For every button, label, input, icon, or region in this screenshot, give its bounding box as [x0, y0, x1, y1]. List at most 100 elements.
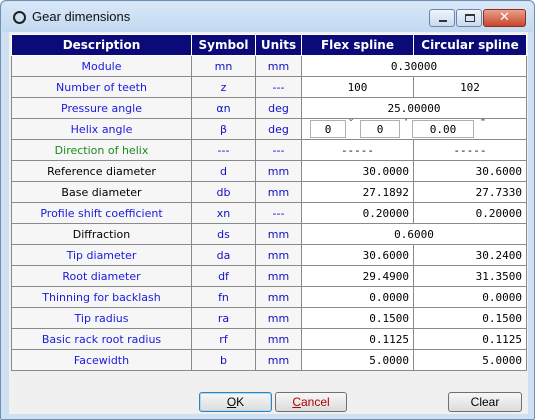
table-header-row: Description Symbol Units Flex spline Cir… [11, 34, 527, 56]
close-button[interactable]: ✕ [483, 9, 526, 27]
row-symbol: mn [191, 55, 256, 77]
module-input[interactable]: 0.30000 [301, 55, 527, 77]
maximize-button[interactable] [456, 9, 482, 27]
cancel-button[interactable]: Cancel [275, 392, 347, 412]
window-title: Gear dimensions [32, 9, 131, 24]
row-symbol: β [191, 118, 256, 140]
base-diameter-flex: 27.1892 [301, 181, 414, 203]
row-description: Tip diameter [11, 244, 192, 266]
row-description: Tip radius [11, 307, 192, 329]
header-flex-spline: Flex spline [301, 34, 414, 56]
teeth-circular-input[interactable]: 102 [413, 76, 527, 98]
table-row: Helix angle β deg 0 ° 0 ' 0.00 " [11, 118, 527, 140]
helix-direction-circular[interactable]: ----- [413, 139, 527, 161]
row-description: Facewidth [11, 349, 192, 371]
header-circular-spline: Circular spline [413, 34, 527, 56]
thinning-flex-input[interactable]: 0.0000 [301, 286, 414, 308]
profile-shift-flex-input[interactable]: 0.20000 [301, 202, 414, 224]
tip-diameter-circular-input[interactable]: 30.2400 [413, 244, 527, 266]
row-units: --- [255, 139, 302, 161]
minimize-button[interactable] [429, 9, 455, 27]
root-diameter-flex-input[interactable]: 29.4900 [301, 265, 414, 287]
helix-seconds-input[interactable]: 0.00 [412, 120, 474, 138]
row-description: Number of teeth [11, 76, 192, 98]
pressure-angle-input[interactable]: 25.00000 [301, 97, 527, 119]
table-row: Tip diameter da mm 30.6000 30.2400 [11, 244, 527, 266]
header-units: Units [255, 34, 302, 56]
row-units: mm [255, 223, 302, 245]
row-symbol: xn [191, 202, 256, 224]
root-diameter-circular-input[interactable]: 31.3500 [413, 265, 527, 287]
row-symbol: db [191, 181, 256, 203]
table-row: Root diameter df mm 29.4900 31.3500 [11, 265, 527, 287]
teeth-flex-input[interactable]: 100 [301, 76, 414, 98]
profile-shift-circular-input[interactable]: 0.20000 [413, 202, 527, 224]
ok-label-rest: K [236, 395, 245, 409]
second-mark: " [480, 118, 487, 129]
row-symbol: z [191, 76, 256, 98]
base-diameter-circular: 27.7330 [413, 181, 527, 203]
close-icon: ✕ [499, 10, 510, 25]
diffraction-value: 0.6000 [301, 223, 527, 245]
row-symbol: ra [191, 307, 256, 329]
helix-degrees-input[interactable]: 0 [310, 120, 346, 138]
table-row: Basic rack root radius rf mm 0.1125 0.11… [11, 328, 527, 350]
helix-minutes-input[interactable]: 0 [360, 120, 400, 138]
clear-button[interactable]: Clear [448, 392, 522, 412]
degree-mark: ° [348, 118, 355, 129]
tip-radius-flex-input[interactable]: 0.1500 [301, 307, 414, 329]
row-units: deg [255, 97, 302, 119]
row-symbol: rf [191, 328, 256, 350]
thinning-circular-input[interactable]: 0.0000 [413, 286, 527, 308]
ok-mnemonic: O [226, 395, 237, 409]
row-description: Diffraction [11, 223, 192, 245]
row-description: Thinning for backlash [11, 286, 192, 308]
maximize-icon [465, 14, 475, 22]
row-description: Base diameter [11, 181, 192, 203]
row-units: mm [255, 286, 302, 308]
cancel-label-rest: ancel [300, 395, 330, 409]
table-row: Facewidth b mm 5.0000 5.0000 [11, 349, 527, 371]
minute-mark: ' [403, 118, 410, 129]
ok-button[interactable]: OK [199, 392, 272, 412]
row-units: mm [255, 181, 302, 203]
facewidth-circular-input[interactable]: 5.0000 [413, 349, 527, 371]
table-row: Thinning for backlash fn mm 0.0000 0.000… [11, 286, 527, 308]
row-units: mm [255, 349, 302, 371]
row-units: mm [255, 160, 302, 182]
row-units: --- [255, 202, 302, 224]
table-row: Module mn mm 0.30000 [11, 55, 527, 77]
row-symbol: da [191, 244, 256, 266]
row-symbol: ds [191, 223, 256, 245]
table-row: Direction of helix --- --- ----- ----- [11, 139, 527, 161]
header-symbol: Symbol [191, 34, 256, 56]
row-units: mm [255, 307, 302, 329]
app-circle-icon [13, 11, 26, 24]
dimensions-table: Description Symbol Units Flex spline Cir… [11, 34, 527, 371]
row-units: mm [255, 244, 302, 266]
cancel-mnemonic: C [292, 395, 301, 409]
dialog-client-area: Description Symbol Units Flex spline Cir… [9, 32, 528, 414]
row-description: Profile shift coefficient [11, 202, 192, 224]
tip-diameter-flex-input[interactable]: 30.6000 [301, 244, 414, 266]
table-row: Tip radius ra mm 0.1500 0.1500 [11, 307, 527, 329]
minimize-icon [439, 20, 447, 22]
tip-radius-circular-input[interactable]: 0.1500 [413, 307, 527, 329]
row-units: mm [255, 328, 302, 350]
row-units: deg [255, 118, 302, 140]
row-description: Root diameter [11, 265, 192, 287]
facewidth-flex-input[interactable]: 5.0000 [301, 349, 414, 371]
row-description: Module [11, 55, 192, 77]
helix-direction-flex[interactable]: ----- [301, 139, 414, 161]
rack-root-radius-flex-input[interactable]: 0.1125 [301, 328, 414, 350]
row-units: --- [255, 76, 302, 98]
table-row: Profile shift coefficient xn --- 0.20000… [11, 202, 527, 224]
row-description: Pressure angle [11, 97, 192, 119]
row-symbol: αn [191, 97, 256, 119]
rack-root-radius-circular-input[interactable]: 0.1125 [413, 328, 527, 350]
title-bar[interactable]: Gear dimensions ✕ [2, 2, 533, 32]
row-symbol: d [191, 160, 256, 182]
row-description: Basic rack root radius [11, 328, 192, 350]
row-symbol: df [191, 265, 256, 287]
reference-diameter-circular: 30.6000 [413, 160, 527, 182]
